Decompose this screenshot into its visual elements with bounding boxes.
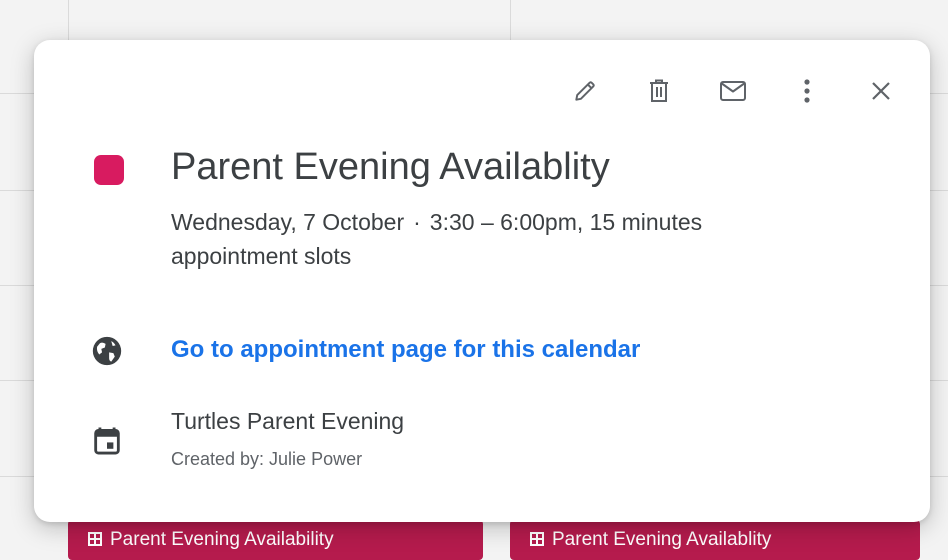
more-vert-icon — [804, 79, 810, 103]
background-event-label: Parent Evening Availablity — [552, 529, 772, 550]
more-options-button[interactable] — [784, 68, 830, 114]
email-guests-button[interactable] — [710, 68, 756, 114]
calendar-icon — [94, 427, 120, 455]
separator: · — [413, 209, 421, 235]
trash-icon — [650, 79, 668, 102]
pencil-icon — [575, 81, 595, 101]
calendar-name: Turtles Parent Evening — [171, 408, 405, 434]
grid-icon — [530, 532, 544, 546]
popup-toolbar — [534, 68, 904, 114]
event-date: Wednesday, 7 October — [171, 209, 405, 235]
close-button[interactable] — [858, 68, 904, 114]
created-by: Created by: Julie Power — [171, 449, 363, 469]
event-slots: appointment slots — [171, 243, 352, 269]
appointment-page-link[interactable]: Go to appointment page for this calendar — [171, 336, 640, 364]
event-datetime: Wednesday, 7 October · 3:30 – 6:00pm, 15 m… — [171, 205, 871, 273]
globe-icon — [92, 336, 122, 366]
event-color-swatch — [94, 155, 124, 185]
background-event[interactable]: Parent Evening Availability — [68, 520, 483, 560]
background-event[interactable]: Parent Evening Availablity — [510, 520, 920, 560]
mail-icon — [720, 81, 746, 101]
close-icon — [872, 82, 890, 100]
event-time: 3:30 – 6:00pm, 15 minutes — [429, 209, 703, 235]
edit-button[interactable] — [562, 68, 608, 114]
background-event-label: Parent Evening Availability — [110, 529, 334, 550]
event-details-popup: Parent Evening Availablity Wednesday, 7 … — [34, 40, 930, 522]
delete-button[interactable] — [636, 68, 682, 114]
grid-icon — [88, 532, 102, 546]
event-title: Parent Evening Availablity — [171, 146, 610, 188]
